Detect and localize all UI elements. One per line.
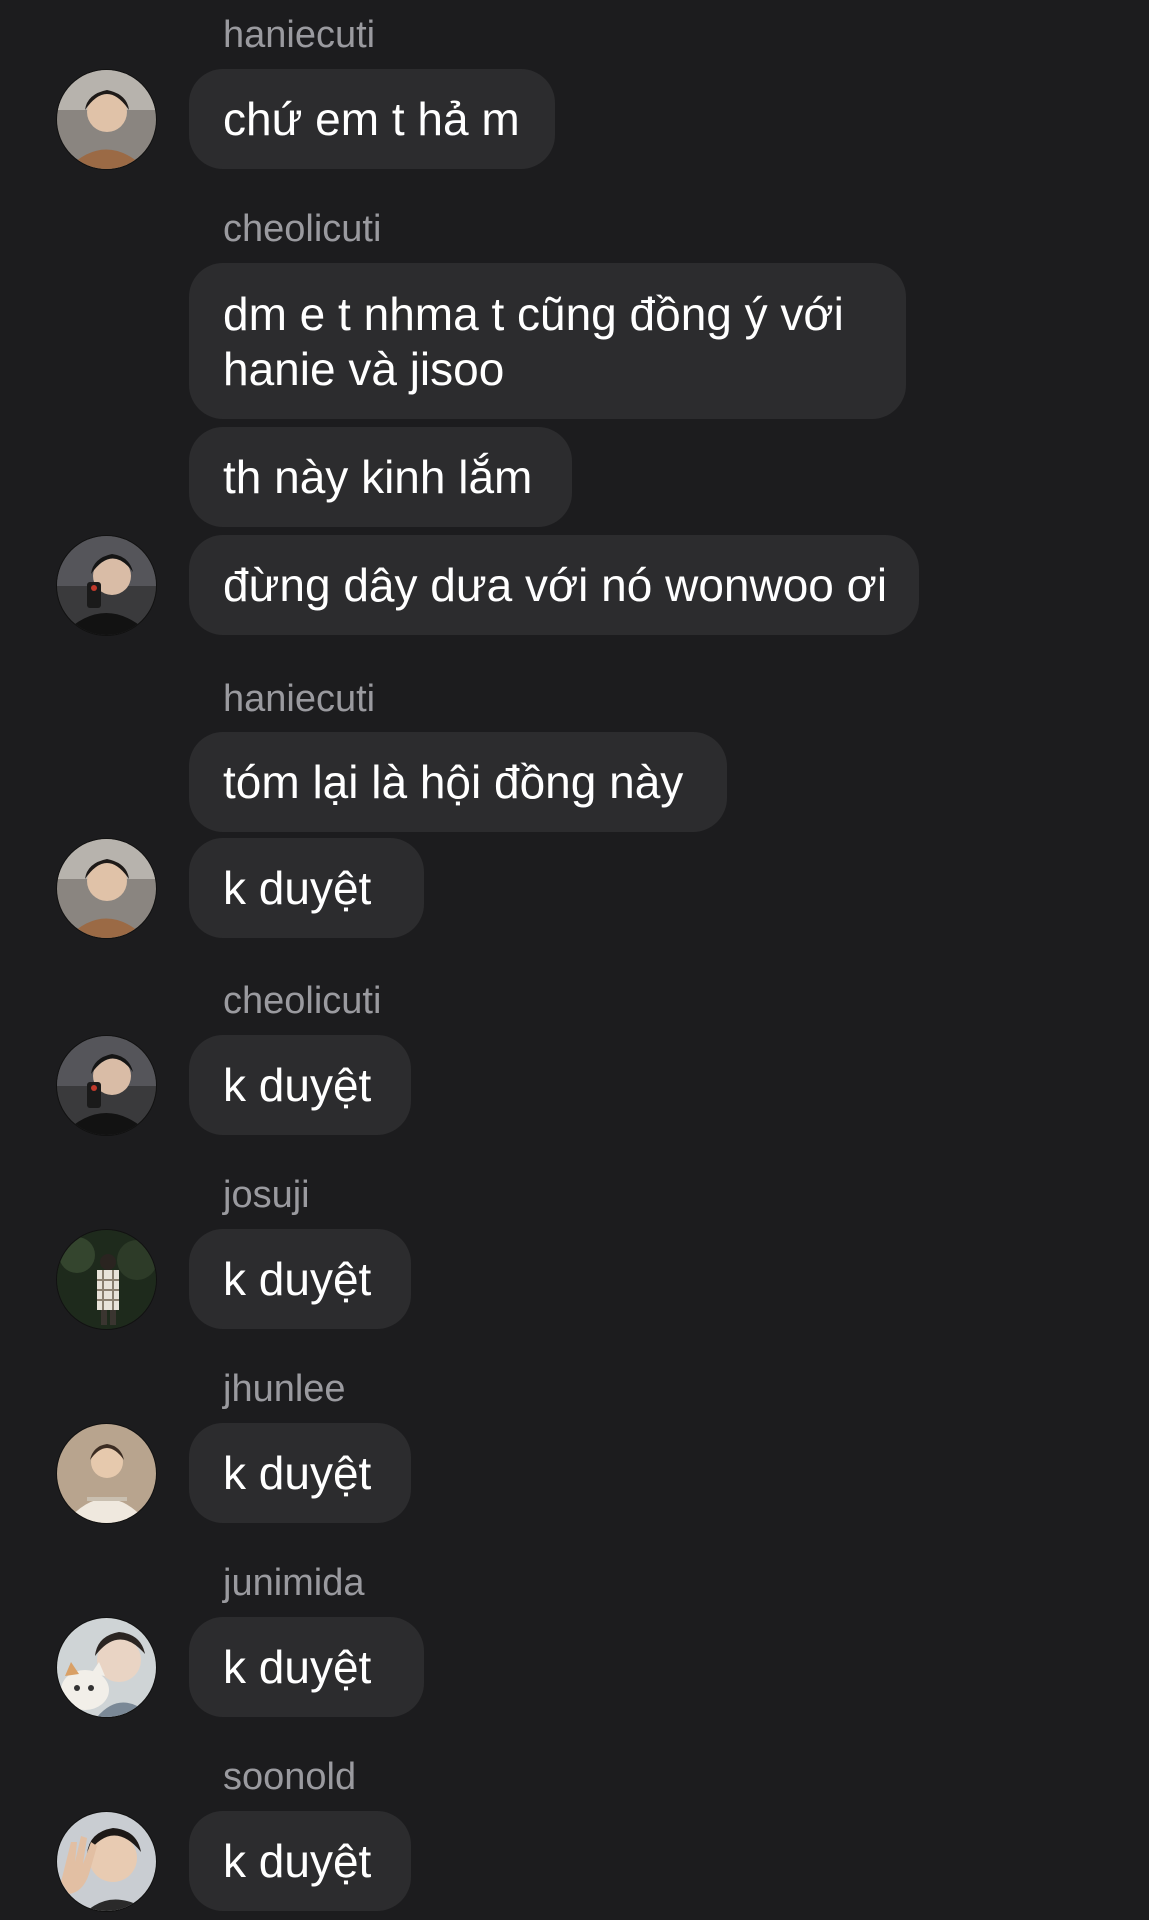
avatar-photo-icon bbox=[57, 1230, 156, 1329]
avatar-photo-icon bbox=[57, 536, 156, 635]
avatar-photo-icon bbox=[57, 1812, 156, 1911]
avatar[interactable] bbox=[56, 1423, 157, 1524]
message-bubble[interactable]: chứ em t hả m bbox=[189, 69, 555, 169]
avatar-photo-icon bbox=[57, 1618, 156, 1717]
avatar-photo-icon bbox=[57, 1424, 156, 1523]
chat-thread: haniecuti chứ em t hả m cheolicuti dm e … bbox=[0, 0, 1149, 1920]
sender-name: jhunlee bbox=[223, 1368, 346, 1410]
message-bubble[interactable]: k duyệt bbox=[189, 1035, 411, 1135]
sender-name: cheolicuti bbox=[223, 980, 382, 1022]
message-bubble[interactable]: đừng dây dưa với nó wonwoo ơi bbox=[189, 535, 919, 635]
sender-name: soonold bbox=[223, 1756, 357, 1798]
sender-name: haniecuti bbox=[223, 678, 376, 720]
avatar-photo-icon bbox=[57, 1036, 156, 1135]
avatar[interactable] bbox=[56, 1811, 157, 1912]
message-bubble[interactable]: tóm lại là hội đồng này bbox=[189, 732, 727, 832]
message-bubble[interactable]: k duyệt bbox=[189, 1423, 411, 1523]
message-bubble[interactable]: k duyệt bbox=[189, 838, 424, 938]
sender-name: cheolicuti bbox=[223, 208, 382, 250]
avatar[interactable] bbox=[56, 1617, 157, 1718]
avatar[interactable] bbox=[56, 1035, 157, 1136]
avatar[interactable] bbox=[56, 1229, 157, 1330]
sender-name: josuji bbox=[223, 1174, 310, 1216]
message-bubble[interactable]: th này kinh lắm bbox=[189, 427, 572, 527]
message-bubble[interactable]: k duyệt bbox=[189, 1229, 411, 1329]
avatar[interactable] bbox=[56, 838, 157, 939]
sender-name: junimida bbox=[223, 1562, 365, 1604]
message-bubble[interactable]: k duyệt bbox=[189, 1811, 411, 1911]
sender-name: haniecuti bbox=[223, 14, 376, 56]
message-bubble[interactable]: dm e t nhma t cũng đồng ý với hanie và j… bbox=[189, 263, 906, 419]
avatar-photo-icon bbox=[57, 839, 156, 938]
avatar[interactable] bbox=[56, 535, 157, 636]
message-bubble[interactable]: k duyệt bbox=[189, 1617, 424, 1717]
avatar-photo-icon bbox=[57, 70, 156, 169]
avatar[interactable] bbox=[56, 69, 157, 170]
